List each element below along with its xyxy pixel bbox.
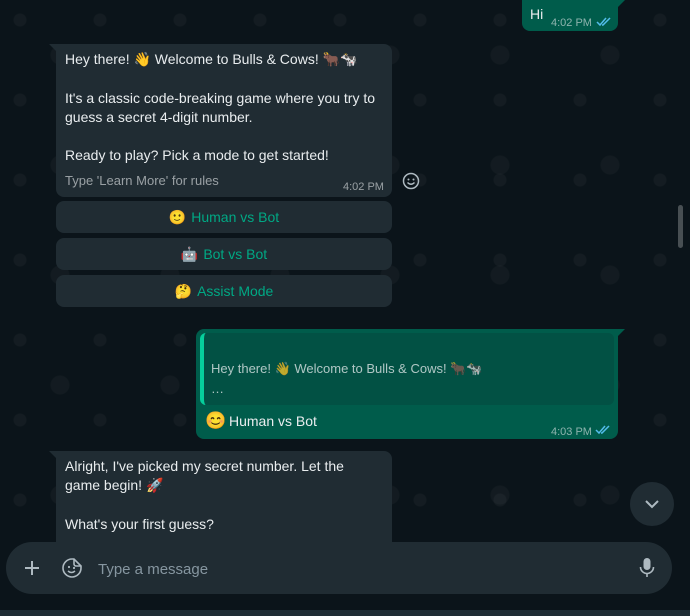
chat-panel: Hi 4:02 PM Hey there! 👋 Welcome to Bulls… <box>0 0 690 542</box>
button-label: Human vs Bot <box>191 209 280 225</box>
quoted-ellipsis: … <box>211 381 224 396</box>
smiling-emoji-icon: 😊 <box>205 411 227 430</box>
window-bottom-edge <box>0 610 690 616</box>
message-incoming-welcome[interactable]: Hey there! 👋 Welcome to Bulls & Cows! 🐂🐄… <box>49 44 392 197</box>
message-text: Hi <box>530 6 544 22</box>
chat-scrollbar[interactable] <box>678 205 683 248</box>
quoted-text: Hey there! 👋 Welcome to Bulls & Cows! 🐂🐄 <box>211 361 483 376</box>
button-label: Assist Mode <box>197 283 274 299</box>
slightly-smiling-emoji-icon: 🙂 <box>168 209 187 225</box>
game-start-text: Alright, I've picked my secret number. L… <box>65 458 344 493</box>
message-time: 4:02 PM <box>551 17 592 29</box>
robot-emoji-icon: 🤖 <box>180 246 199 262</box>
welcome-greeting: Hey there! 👋 Welcome to Bulls & Cows! 🐂🐄 <box>65 51 358 67</box>
message-composer <box>6 542 672 594</box>
scroll-to-bottom-button[interactable] <box>630 482 674 526</box>
message-outgoing-hi[interactable]: Hi 4:02 PM <box>522 0 625 31</box>
chevron-down-icon <box>645 500 659 509</box>
message-incoming-game-start[interactable]: Alright, I've picked my secret number. L… <box>49 451 392 542</box>
quoted-message[interactable]: Hey there! 👋 Welcome to Bulls & Cows! 🐂🐄… <box>200 333 614 405</box>
mic-icon[interactable] <box>633 554 661 582</box>
thinking-emoji-icon: 🤔 <box>174 283 193 299</box>
message-time: 4:02 PM <box>343 181 384 193</box>
welcome-prompt: Ready to play? Pick a mode to get starte… <box>65 147 329 163</box>
message-outgoing-reply[interactable]: Hey there! 👋 Welcome to Bulls & Cows! 🐂🐄… <box>196 329 625 439</box>
button-label: Bot vs Bot <box>203 246 268 262</box>
message-text: Human vs Bot <box>229 413 317 429</box>
welcome-description: It's a classic code-breaking game where … <box>65 90 376 125</box>
quick-reply-assist-mode[interactable]: 🤔 Assist Mode <box>56 275 392 307</box>
message-input[interactable] <box>96 555 620 583</box>
message-time: 4:03 PM <box>551 426 592 438</box>
plus-icon[interactable] <box>18 554 46 582</box>
quick-reply-human-vs-bot[interactable]: 🙂 Human vs Bot <box>56 201 392 233</box>
double-check-icon <box>595 425 610 435</box>
welcome-footer: Type 'Learn More' for rules <box>65 173 219 188</box>
quick-reply-bot-vs-bot[interactable]: 🤖 Bot vs Bot <box>56 238 392 270</box>
game-start-question: What's your first guess? <box>65 516 214 532</box>
double-check-icon <box>596 17 611 27</box>
sticker-icon[interactable] <box>58 554 86 582</box>
emoji-react-icon[interactable] <box>397 167 425 195</box>
